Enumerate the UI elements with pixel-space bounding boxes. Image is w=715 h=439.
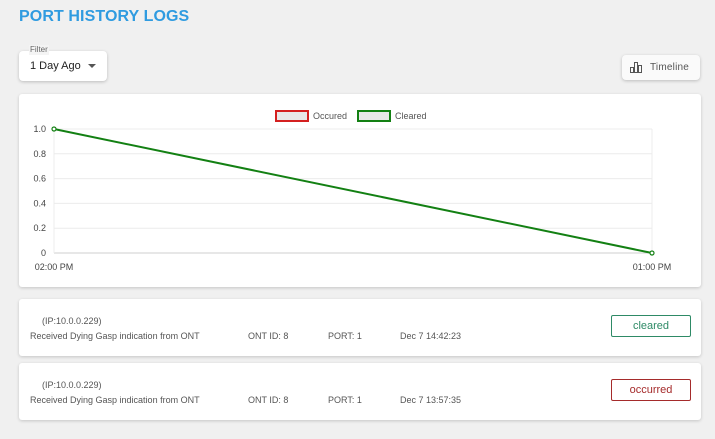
log-entry: (IP:10.0.0.229) Received Dying Gasp indic… <box>19 363 701 420</box>
log-date: Dec 7 13:57:35 <box>400 395 462 405</box>
status-badge: occurred <box>611 379 691 401</box>
timeline-button[interactable]: Timeline <box>622 55 700 80</box>
log-ip: (IP:10.0.0.229) <box>42 316 102 326</box>
filter-value: 1 Day Ago <box>30 60 81 72</box>
timeline-label: Timeline <box>650 62 690 73</box>
log-date: Dec 7 14:42:23 <box>400 331 462 341</box>
x-tick-label: 01:00 PM <box>633 262 672 272</box>
legend-swatch <box>357 110 391 122</box>
y-tick-label: 0 <box>41 248 46 258</box>
log-ont-id: ONT ID: 8 <box>248 395 289 405</box>
filter-label: Filter <box>29 45 49 55</box>
y-tick-label: 0.6 <box>33 174 46 184</box>
log-port: PORT: 1 <box>328 331 362 341</box>
bar-chart-icon <box>630 62 643 73</box>
log-message: Received Dying Gasp indication from ONT <box>30 395 200 405</box>
status-badge: cleared <box>611 315 691 337</box>
page-title: PORT HISTORY LOGS <box>19 8 190 25</box>
y-tick-label: 0.4 <box>33 198 46 208</box>
log-entry: (IP:10.0.0.229) Received Dying Gasp indic… <box>19 299 701 356</box>
history-chart-card: 1.0 0.8 0.6 0.4 0.2 0 02:00 PM 01:00 PM Occured C… <box>19 94 701 287</box>
log-ip: (IP:10.0.0.229) <box>42 380 102 390</box>
log-ont-id: ONT ID: 8 <box>248 331 289 341</box>
legend-label: Occured <box>313 111 347 121</box>
legend-label: Cleared <box>395 111 427 121</box>
y-tick-label: 1.0 <box>33 124 46 134</box>
log-port: PORT: 1 <box>328 395 362 405</box>
y-tick-label: 0.2 <box>33 223 46 233</box>
data-point <box>649 250 655 256</box>
history-chart: 1.0 0.8 0.6 0.4 0.2 0 02:00 PM 01:00 PM Occured C… <box>33 110 672 272</box>
legend-swatch <box>275 110 309 122</box>
series-line <box>53 128 653 254</box>
filter-dropdown[interactable]: Filter 1 Day Ago <box>19 45 107 81</box>
data-point <box>51 126 57 132</box>
x-tick-label: 02:00 PM <box>35 262 74 272</box>
y-tick-label: 0.8 <box>33 149 46 159</box>
caret-down-icon <box>88 64 96 68</box>
log-message: Received Dying Gasp indication from ONT <box>30 331 200 341</box>
